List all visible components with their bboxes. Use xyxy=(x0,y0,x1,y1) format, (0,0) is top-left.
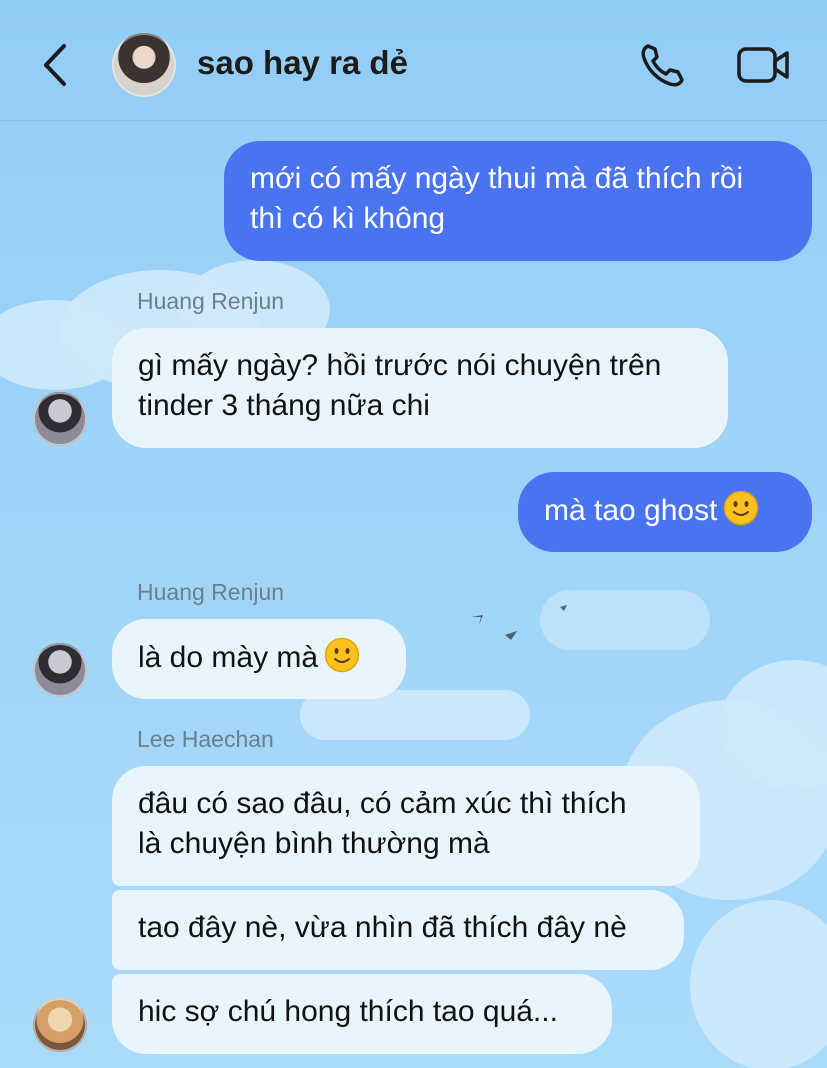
video-call-button[interactable] xyxy=(736,42,792,88)
avatar[interactable] xyxy=(33,392,87,446)
chat-header: sao hay ra dẻ xyxy=(0,0,827,121)
chat-avatar[interactable] xyxy=(112,33,176,97)
sender-name: Huang Renjun xyxy=(137,288,285,314)
chevron-left-icon xyxy=(44,44,66,86)
incoming-message[interactable]: là do mày mà xyxy=(112,619,406,699)
video-camera-icon xyxy=(737,47,789,83)
slightly-smiling-face-icon xyxy=(724,490,759,526)
incoming-message[interactable]: đâu có sao đâu, có cảm xúc thì thích là … xyxy=(112,766,700,886)
avatar[interactable] xyxy=(33,643,87,697)
outgoing-message[interactable]: mới có mấy ngày thui mà đã thích rồi thì… xyxy=(224,141,812,261)
sender-name: Lee Haechan xyxy=(137,726,274,752)
incoming-message[interactable]: tao đây nè, vừa nhìn đã thích đây nè xyxy=(112,890,684,970)
chat-title[interactable]: sao hay ra dẻ xyxy=(197,44,408,82)
slightly-smiling-face-icon xyxy=(324,637,360,673)
incoming-message[interactable]: gì mấy ngày? hồi trước nói chuyện trên t… xyxy=(112,328,728,448)
sender-name: Huang Renjun xyxy=(137,579,285,605)
phone-icon xyxy=(641,44,684,87)
incoming-message[interactable]: hic sợ chú hong thích tao quá... xyxy=(112,974,612,1054)
message-list: mới có mấy ngày thui mà đã thích rồi thì… xyxy=(0,0,827,1068)
call-button[interactable] xyxy=(638,40,690,90)
outgoing-message[interactable]: mà tao ghost xyxy=(518,472,812,552)
back-button[interactable] xyxy=(36,40,76,90)
avatar[interactable] xyxy=(33,998,87,1052)
